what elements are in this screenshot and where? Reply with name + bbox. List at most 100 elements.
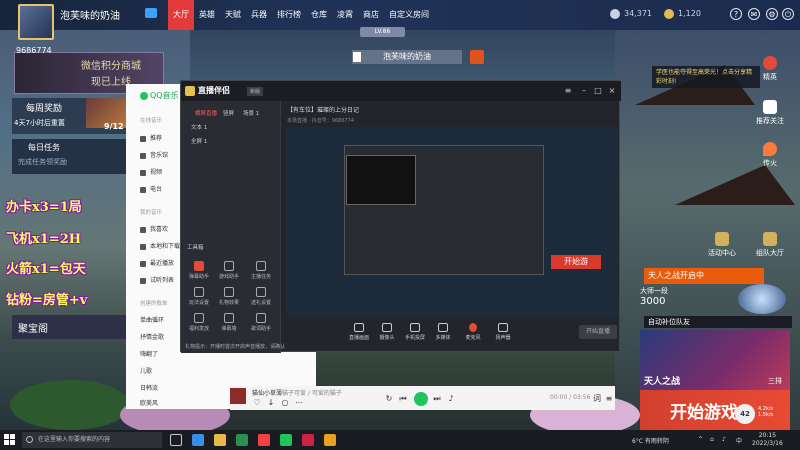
playlist-icon[interactable]: ≡ [604, 394, 614, 404]
nav-custom-room[interactable]: 自定义房间 [384, 0, 434, 30]
ctrl-screen[interactable]: 直播画面 [346, 323, 372, 341]
tool-play-settings[interactable]: 玩法设置 [187, 287, 211, 306]
player-avatar[interactable] [18, 4, 54, 40]
comment-icon[interactable]: ○ [280, 398, 290, 408]
nav-leaderboard[interactable]: 排行榜 [272, 0, 306, 30]
tool-gift-effect[interactable]: 礼物效果 [217, 287, 241, 306]
nav-shop[interactable]: 商店 [358, 0, 384, 30]
more-icon[interactable]: ⋯ [294, 398, 304, 408]
volume-icon[interactable]: ♪ [722, 436, 726, 443]
ctrl-label: 扬声器 [495, 335, 511, 341]
tool-danmu-wall[interactable]: 弹幕墙 [217, 313, 241, 332]
download-icon[interactable]: ↓ [266, 398, 276, 408]
album-cover[interactable] [230, 388, 246, 404]
like-icon[interactable]: ♡ [252, 398, 262, 408]
nav-weapons[interactable]: 兵器 [246, 0, 272, 30]
qq-playlist[interactable]: 儿歌 [140, 366, 152, 375]
tool-welfare[interactable]: 福利发放 [187, 313, 211, 332]
tianren-event-banner[interactable]: 天人之战开启中 [644, 268, 764, 284]
nav-talents[interactable]: 天赋 [220, 0, 246, 30]
tool-tasks[interactable]: 主播任务 [249, 261, 273, 280]
live-titlebar: 直播伴侣 新版 ≡ – □ × [181, 81, 621, 101]
tool-game[interactable]: 游戏助手 [217, 261, 241, 280]
platform-flag-icon [145, 8, 157, 18]
download-speed: 1.5k/s [758, 412, 774, 418]
qq-item-recent[interactable]: 最近播放 [140, 258, 174, 267]
qq-item-liked[interactable]: 我喜欢 [140, 224, 168, 233]
qq-item-label: 视频 [150, 169, 163, 176]
taskbar-clock[interactable]: 20:15 2022/3/16 [752, 432, 783, 448]
qq-playlist[interactable]: 抒情金歌 [140, 332, 164, 341]
folder-icon[interactable] [214, 434, 226, 446]
go-live-button[interactable]: 开始直播 [579, 325, 617, 339]
qq-item-music-hall[interactable]: 音乐馆 [140, 150, 168, 159]
game-icon[interactable] [324, 434, 336, 446]
treasure-pavilion-button[interactable]: 聚宝阁 [12, 315, 128, 339]
ctrl-phone[interactable]: 手机投屏 [402, 323, 428, 341]
qq-item-trial[interactable]: 试听列表 [140, 275, 174, 284]
loop-icon[interactable]: ↻ [384, 394, 394, 404]
room-title[interactable]: 【有车位】璀璨的上分日记 [287, 105, 359, 114]
maximize-icon[interactable]: □ [593, 86, 603, 96]
right-icon-label: 活动中心 [708, 249, 736, 257]
ctrl-mic[interactable]: 麦克风 [460, 323, 486, 341]
qq-section-mine: 我的音乐 [140, 210, 163, 216]
ctrl-speaker[interactable]: 扬声器 [490, 323, 516, 341]
network-icon[interactable]: ⌂ [710, 436, 714, 443]
qq-music-icon[interactable] [280, 434, 292, 446]
qq-playlist[interactable]: 日韩流 [140, 383, 158, 392]
windows-start-icon[interactable] [4, 434, 16, 446]
pause-button[interactable] [414, 392, 428, 406]
task-view-icon[interactable] [170, 434, 182, 446]
ctrl-camera[interactable]: 摄像头 [374, 323, 400, 341]
prev-icon[interactable]: ⏮ [398, 394, 408, 404]
tray-arrow-icon[interactable]: ^ [698, 436, 703, 443]
lyrics-icon[interactable]: 词 [592, 394, 602, 404]
weather-text[interactable]: 6°C 有雨转阴 [632, 436, 669, 445]
nav-lingxiao[interactable]: 凌霄 [332, 0, 358, 30]
taskbar-search[interactable]: 在这里输入你要搜索的内容 [22, 432, 162, 448]
minimize-icon[interactable]: – [579, 86, 589, 96]
elite-button[interactable]: 精英 [740, 56, 800, 82]
player-action-button[interactable] [470, 50, 484, 64]
tab-landscape[interactable]: 横屏直播 [195, 109, 217, 117]
tool-danmu[interactable]: 弹幕助手 [187, 261, 211, 280]
nav-warehouse[interactable]: 仓库 [306, 0, 332, 30]
qq-playlist[interactable]: 单曲循环 [140, 315, 164, 324]
power-icon[interactable]: ⏻ [782, 8, 794, 20]
qq-playlist[interactable]: 嗨翻了 [140, 349, 158, 358]
mail-icon[interactable]: ✉ [748, 8, 760, 20]
help-icon[interactable]: ? [730, 8, 742, 20]
tab-portrait[interactable]: 竖屏 [223, 109, 234, 117]
tool-send-settings[interactable]: 送礼设置 [249, 287, 273, 306]
daily-task-panel[interactable]: 每日任务 完成任务领奖励 [12, 139, 130, 174]
menu-icon[interactable]: ≡ [563, 86, 573, 96]
nav-heroes[interactable]: 英雄 [194, 0, 220, 30]
qq-playlist[interactable]: 欧美风 [140, 398, 158, 407]
volume-icon[interactable]: ♪ [446, 394, 456, 404]
ctrl-media[interactable]: 多媒体 [430, 323, 456, 341]
live-app-icon[interactable] [258, 434, 270, 446]
settings-icon[interactable]: ⚙ [766, 8, 778, 20]
tab-scene1[interactable]: 场景 1 [243, 109, 259, 117]
app-icon[interactable] [236, 434, 248, 446]
edge-icon[interactable] [192, 434, 204, 446]
qq-item-radio[interactable]: 电台 [140, 184, 162, 193]
qq-item-recommend[interactable]: 推荐 [140, 133, 162, 142]
right-icon-label: 推荐关注 [756, 117, 784, 125]
tianren-mode-card[interactable]: 天人之战 三排 [640, 330, 790, 390]
recommend-follow-button[interactable]: 推荐关注 [740, 100, 800, 126]
qq-item-local[interactable]: 本地和下载 [140, 241, 180, 250]
scene-source-full[interactable]: 全屏 1 [191, 137, 207, 145]
auto-fill-toggle[interactable]: 自动补位队友 [644, 316, 792, 328]
qq-item-video[interactable]: 视频 [140, 167, 162, 176]
input-language[interactable]: 中 [736, 436, 742, 445]
close-icon[interactable]: × [607, 86, 617, 96]
nav-lobby[interactable]: 大厅 [168, 0, 194, 30]
douyin-icon[interactable] [302, 434, 314, 446]
pass-fire-button[interactable]: 传火 [740, 142, 800, 168]
next-icon[interactable]: ⏭ [432, 394, 442, 404]
team-hall-button[interactable]: 组队大厅 [740, 232, 800, 258]
tool-lyrics[interactable]: 歌词助手 [249, 313, 273, 332]
scene-source-text[interactable]: 文本 1 [191, 123, 207, 131]
